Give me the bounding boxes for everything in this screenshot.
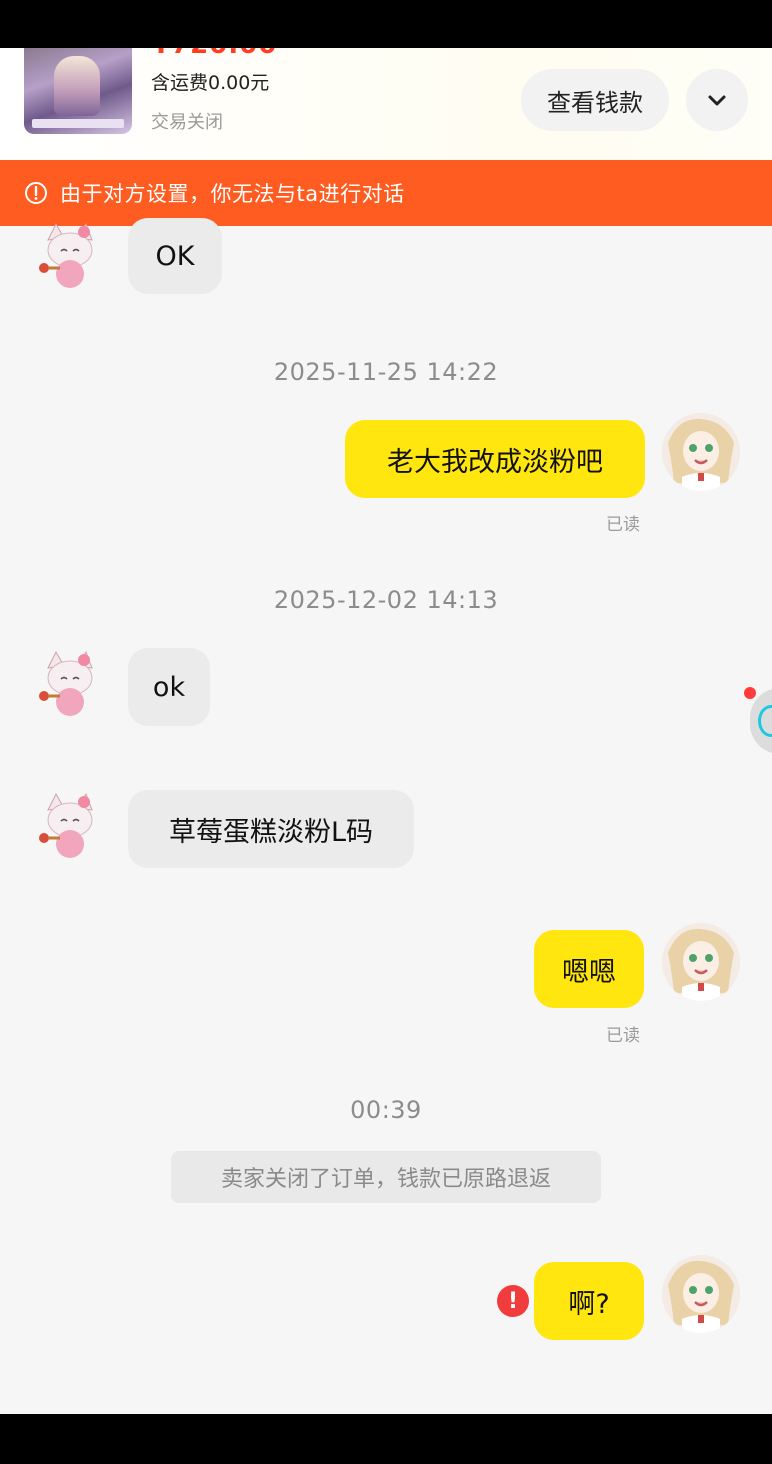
chat-screen: ¥720.00 含运费0.00元 交易关闭 查看钱款 由于对方设置，你无法与ta… [0,48,772,1414]
timestamp: 00:39 [350,1096,422,1124]
my-avatar[interactable] [662,413,740,491]
expand-button[interactable] [686,69,748,131]
order-price: ¥720.00 [152,48,277,60]
seller-avatar[interactable] [34,648,110,724]
send-failed-icon[interactable]: ! [497,1285,529,1317]
assistant-ring-icon [758,705,772,737]
product-thumbnail[interactable] [24,48,132,134]
notification-dot [744,687,756,699]
message-bubble-incoming[interactable]: OK [128,218,222,294]
message-bubble-outgoing[interactable]: 嗯嗯 [534,930,644,1008]
timestamp: 2025-12-02 14:13 [273,586,499,614]
info-circle-icon [24,181,48,205]
read-receipt: 已读 [606,1026,640,1046]
trade-status: 交易关闭 [151,112,223,133]
blocked-banner: 由于对方设置，你无法与ta进行对话 [0,160,772,226]
user-avatar-icon [662,413,740,491]
view-money-button[interactable]: 查看钱款 [521,69,669,131]
order-header: ¥720.00 含运费0.00元 交易关闭 查看钱款 [0,48,772,160]
shipping-fee: 含运费0.00元 [151,72,270,94]
seller-avatar[interactable] [34,220,110,296]
message-bubble-outgoing[interactable]: 啊? [534,1262,644,1340]
cat-avatar-icon [39,222,93,288]
timestamp: 2025-11-25 14:22 [273,358,499,386]
my-avatar[interactable] [662,923,740,1001]
user-avatar-icon [662,1255,740,1333]
thumbnail-figure [54,56,100,116]
cat-avatar-icon [39,650,93,716]
banner-text: 由于对方设置，你无法与ta进行对话 [60,182,405,206]
chevron-down-icon [708,95,726,106]
thumbnail-label-band [32,119,124,128]
read-receipt: 已读 [606,515,640,535]
system-notice: 卖家关闭了订单，钱款已原路退返 [171,1151,601,1203]
message-bubble-outgoing[interactable]: 老大我改成淡粉吧 [345,420,645,498]
seller-avatar[interactable] [34,790,110,866]
message-bubble-incoming[interactable]: ok [128,648,210,726]
user-avatar-icon [662,923,740,1001]
cat-avatar-icon [39,792,93,858]
message-bubble-incoming[interactable]: 草莓蛋糕淡粉L码 [128,790,414,868]
my-avatar[interactable] [662,1255,740,1333]
